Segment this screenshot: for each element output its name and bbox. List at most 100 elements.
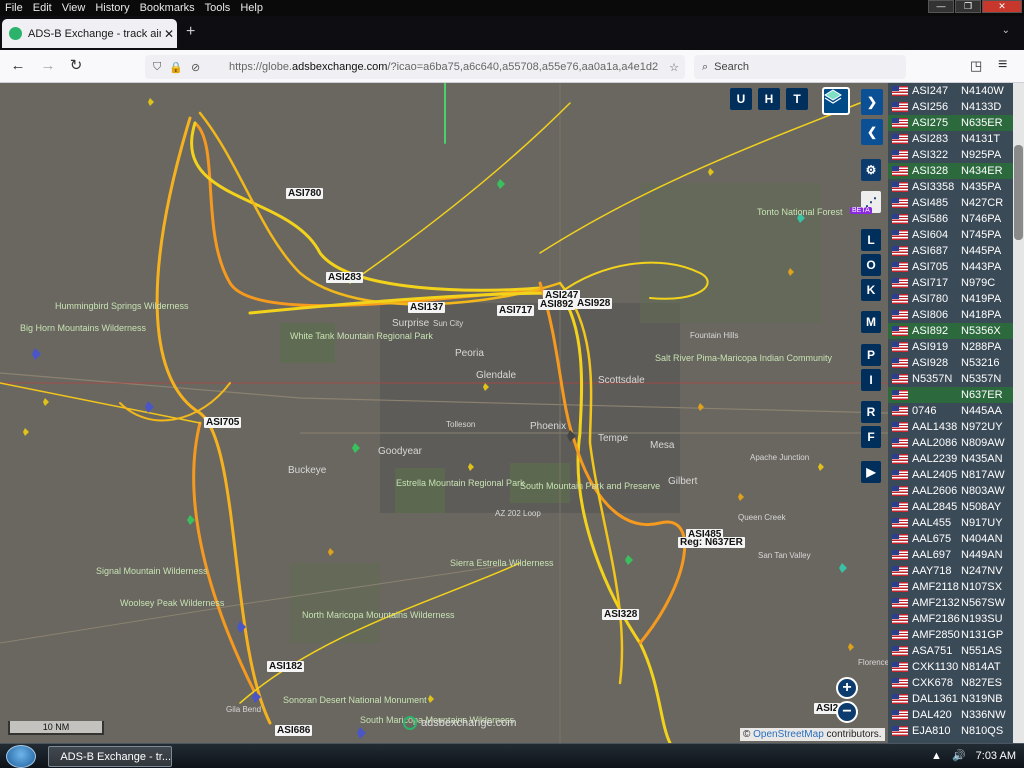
hide-button[interactable]: H — [758, 88, 780, 110]
aircraft-label[interactable]: ASI182 — [267, 661, 305, 672]
table-row[interactable]: ASI485 N427CR — [888, 195, 1013, 211]
layer-o-button[interactable]: O — [861, 254, 881, 276]
tab-close-icon[interactable]: ✕ — [161, 27, 177, 41]
menu-bookmarks[interactable]: Bookmarks — [135, 2, 200, 14]
aircraft-label[interactable]: ASI283 — [326, 272, 364, 283]
table-row[interactable]: ASI892 N5356X — [888, 323, 1013, 339]
table-row[interactable]: ASI247 N4140W — [888, 83, 1013, 99]
aircraft-label[interactable]: ASI892 — [538, 299, 576, 310]
table-row[interactable]: ASI256 N4133D — [888, 99, 1013, 115]
close-window-button[interactable]: ✕ — [982, 0, 1022, 13]
table-row[interactable]: ASI586 N746PA — [888, 211, 1013, 227]
bookmark-star-icon[interactable]: ☆ — [663, 61, 685, 74]
aircraft-icon[interactable] — [43, 398, 49, 406]
table-row[interactable]: DAL420 N336NW — [888, 707, 1013, 723]
aircraft-icon[interactable] — [145, 401, 154, 413]
maximize-button[interactable]: ❐ — [955, 0, 981, 13]
table-row[interactable]: ASI283 N4131T — [888, 131, 1013, 147]
table-row[interactable]: EJA810 N810QS — [888, 723, 1013, 739]
map-view[interactable]: Hummingbird Springs Wilderness Big Horn … — [0, 83, 888, 743]
clock[interactable]: 7:03 AM — [976, 750, 1016, 762]
volume-icon[interactable]: 🔊 — [952, 749, 966, 762]
collapse-left-button[interactable]: ❮ — [861, 119, 883, 145]
table-row[interactable]: ASI806 N418PA — [888, 307, 1013, 323]
settings-button[interactable]: ⚙ — [861, 159, 881, 181]
aircraft-icon[interactable] — [698, 403, 704, 411]
reload-button[interactable]: ↻ — [67, 58, 85, 74]
menu-tools[interactable]: Tools — [200, 2, 236, 14]
zoom-out-button[interactable]: − — [836, 701, 858, 723]
table-row[interactable]: AAL697 N449AN — [888, 547, 1013, 563]
layer-k-button[interactable]: K — [861, 279, 881, 301]
app-menu-icon[interactable]: ≡ — [998, 56, 1007, 74]
search-box[interactable]: ⌕ Search — [694, 55, 906, 79]
table-row[interactable]: AMF2850 N131GP — [888, 627, 1013, 643]
table-row[interactable]: AMF2186 N193SU — [888, 611, 1013, 627]
menu-file[interactable]: File — [0, 2, 28, 14]
pocket-icon[interactable]: ◳ — [970, 58, 982, 74]
table-row[interactable]: ASI780 N419PA — [888, 291, 1013, 307]
taskbar-firefox-item[interactable]: ADS-B Exchange - tr... — [48, 746, 172, 767]
table-row[interactable]: CXK1130 N814AT — [888, 659, 1013, 675]
menu-help[interactable]: Help — [235, 2, 268, 14]
aircraft-icon[interactable] — [187, 515, 195, 525]
table-row[interactable]: AAY718 N247NV — [888, 563, 1013, 579]
table-row[interactable]: AMF2132 N567SW — [888, 595, 1013, 611]
aircraft-icon[interactable] — [428, 695, 434, 703]
aircraft-label[interactable]: ASI686 — [275, 725, 313, 736]
back-button[interactable]: ← — [9, 58, 27, 74]
table-row[interactable]: AAL455 N917UY — [888, 515, 1013, 531]
aircraft-icon[interactable] — [148, 98, 154, 106]
autoplay-blocked-icon[interactable]: ⊘ — [191, 61, 200, 74]
aircraft-icon[interactable] — [625, 555, 633, 565]
minimize-button[interactable]: — — [928, 0, 954, 13]
aircraft-label[interactable]: ASI705 — [204, 417, 242, 428]
table-row[interactable]: ASA751 N551AS — [888, 643, 1013, 659]
aircraft-icon[interactable] — [708, 168, 714, 176]
aircraft-icon[interactable] — [328, 548, 334, 556]
show-hidden-icons-button[interactable]: ▲ — [931, 750, 942, 762]
list-tabs-chevron-icon[interactable]: ⌄ — [1002, 25, 1010, 36]
aircraft-icon[interactable] — [848, 643, 854, 651]
windows-logo-icon[interactable] — [6, 745, 36, 768]
address-bar[interactable]: ⛉ 🔒 ⊘ https://globe.adsbexchange.com/?ic… — [145, 55, 685, 79]
table-row[interactable]: AAL1438 N972UY — [888, 419, 1013, 435]
table-row[interactable]: AAL2239 N435AN — [888, 451, 1013, 467]
table-row[interactable]: ASI919 N288PA — [888, 339, 1013, 355]
zoom-in-button[interactable]: + — [836, 677, 858, 699]
table-row[interactable]: N637ER — [888, 387, 1013, 403]
table-row[interactable]: AAL2606 N803AW — [888, 483, 1013, 499]
aircraft-label[interactable]: ASI137 — [408, 302, 446, 313]
replay-button[interactable]: ▶ — [861, 461, 881, 483]
map-canvas[interactable] — [0, 83, 888, 743]
table-row[interactable]: AAL675 N404AN — [888, 531, 1013, 547]
layer-p-button[interactable]: P — [861, 344, 881, 366]
table-row[interactable]: ASI322 N925PA — [888, 147, 1013, 163]
table-row[interactable]: AAL2845 N508AY — [888, 499, 1013, 515]
tab-adsb-exchange[interactable]: ADS-B Exchange - track aircraft ✕ — [2, 19, 177, 48]
aircraft-icon[interactable] — [23, 428, 29, 436]
expand-right-button[interactable]: ❯ — [861, 89, 883, 115]
aircraft-icon[interactable] — [357, 727, 366, 739]
table-toggle-button[interactable]: T — [786, 88, 808, 110]
table-row[interactable]: ASI687 N445PA — [888, 243, 1013, 259]
scrollbar-thumb[interactable] — [1014, 145, 1023, 240]
units-button[interactable]: U — [730, 88, 752, 110]
aircraft-label[interactable]: ASI780 — [286, 188, 324, 199]
aircraft-label[interactable]: ASI928 — [575, 298, 613, 309]
layer-m-button[interactable]: M — [861, 311, 881, 333]
aircraft-label[interactable]: ASI717 — [497, 305, 535, 316]
forward-button[interactable]: → — [39, 58, 57, 74]
table-row[interactable]: CXK678 N827ES — [888, 675, 1013, 691]
menu-history[interactable]: History — [90, 2, 134, 14]
layer-r-button[interactable]: R — [861, 401, 881, 423]
table-row[interactable]: 0746 N445AA — [888, 403, 1013, 419]
aircraft-icon[interactable] — [738, 493, 744, 501]
menu-view[interactable]: View — [57, 2, 91, 14]
layer-f-button[interactable]: F — [861, 426, 881, 448]
table-row[interactable]: AMF2118 N107SX — [888, 579, 1013, 595]
table-row[interactable]: ASI928 N53216 — [888, 355, 1013, 371]
url-text[interactable]: https://globe.adsbexchange.com/?icao=a6b… — [229, 61, 663, 73]
table-row[interactable]: ASI705 N443PA — [888, 259, 1013, 275]
lock-icon[interactable]: 🔒 — [169, 61, 183, 74]
